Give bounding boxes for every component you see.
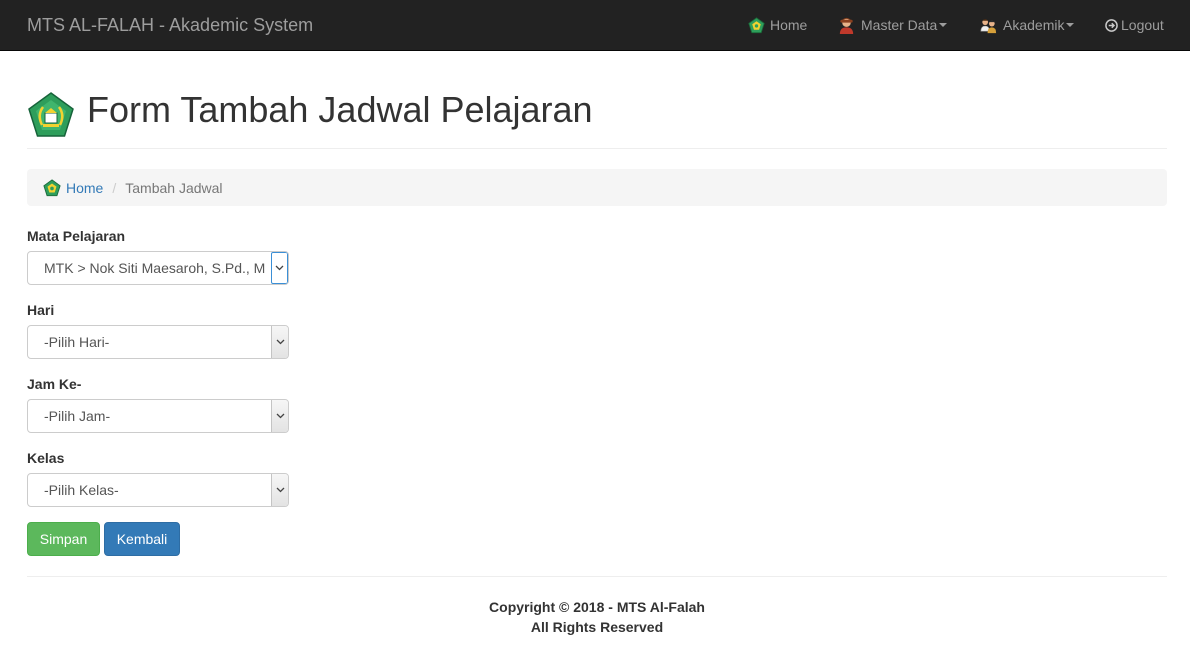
hari-label: Hari xyxy=(27,302,55,318)
nav-akademik-label: Akademik xyxy=(1003,17,1065,33)
breadcrumb-home[interactable]: Home xyxy=(43,178,104,197)
school-logo-icon xyxy=(748,16,765,34)
students-icon xyxy=(979,16,998,35)
footer-divider xyxy=(27,576,1167,577)
back-button[interactable]: Kembali xyxy=(104,522,180,556)
mata-pelajaran-label: Mata Pelajaran xyxy=(27,228,126,244)
navbar-brand[interactable]: MTS AL-FALAH - Akademic System xyxy=(27,14,313,36)
footer: Copyright © 2018 - MTS Al-Falah All Righ… xyxy=(27,597,1167,637)
chevron-down-icon[interactable] xyxy=(271,400,288,432)
hari-select[interactable]: -Pilih Hari- xyxy=(27,325,289,359)
nav-master-data-label: Master Data xyxy=(861,17,938,33)
nav-home[interactable]: Home xyxy=(748,13,807,37)
kelas-label: Kelas xyxy=(27,450,65,466)
teacher-icon xyxy=(837,16,856,35)
caret-down-icon xyxy=(1066,23,1075,27)
nav-master-data[interactable]: Master Data xyxy=(837,13,948,37)
breadcrumb: Home / Tambah Jadwal xyxy=(27,169,1167,206)
school-logo-icon xyxy=(27,91,75,144)
page-title: Form Tambah Jadwal Pelajaran xyxy=(87,89,593,130)
nav-logout[interactable]: Logout xyxy=(1105,13,1164,37)
mata-pelajaran-select[interactable]: MTK > Nok Siti Maesaroh, S.Pd., M xyxy=(27,251,289,285)
save-button[interactable]: Simpan xyxy=(27,522,100,556)
breadcrumb-home-label: Home xyxy=(66,179,104,196)
jam-label: Jam Ke- xyxy=(27,376,82,392)
page-header: Form Tambah Jadwal Pelajaran xyxy=(27,88,1167,149)
nav-home-label: Home xyxy=(770,17,808,33)
nav-akademik[interactable]: Akademik xyxy=(979,13,1075,37)
footer-copyright: Copyright © 2018 - MTS Al-Falah xyxy=(489,599,705,615)
chevron-down-icon[interactable] xyxy=(271,252,288,284)
footer-rights: All Rights Reserved xyxy=(530,619,664,635)
chevron-down-icon[interactable] xyxy=(271,326,288,358)
nav-logout-label: Logout xyxy=(1121,17,1164,33)
navbar: MTS AL-FALAH - Akademic System Home Mast… xyxy=(0,0,1190,51)
jam-select[interactable]: -Pilih Jam- xyxy=(27,399,289,433)
breadcrumb-current: Tambah Jadwal xyxy=(125,179,223,196)
breadcrumb-separator: / xyxy=(112,179,117,196)
chevron-down-icon[interactable] xyxy=(271,474,288,506)
jam-value: -Pilih Jam- xyxy=(44,408,111,424)
kelas-value: -Pilih Kelas- xyxy=(44,482,119,498)
logout-icon xyxy=(1105,18,1118,32)
caret-down-icon xyxy=(939,23,948,27)
school-logo-icon xyxy=(43,178,61,197)
mata-pelajaran-value: MTK > Nok Siti Maesaroh, S.Pd., M xyxy=(44,260,266,276)
hari-value: -Pilih Hari- xyxy=(44,334,110,350)
kelas-select[interactable]: -Pilih Kelas- xyxy=(27,473,289,507)
